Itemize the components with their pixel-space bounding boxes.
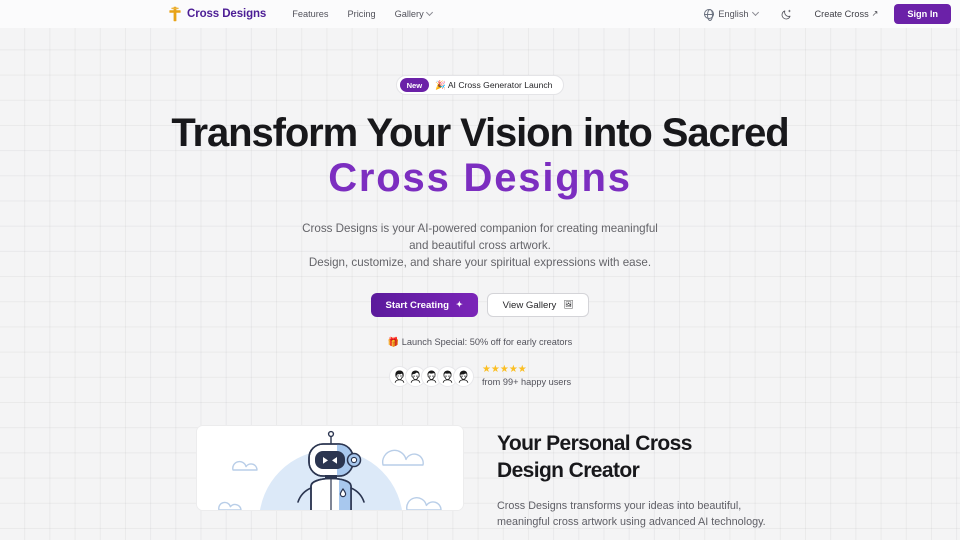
rating-block: ★★★★★ from 99+ happy users [481,364,572,388]
start-creating-label: Start Creating [385,299,449,311]
avatar-stack [388,365,474,387]
view-gallery-button[interactable]: View Gallery 🖼 [486,293,590,317]
brand-logo[interactable]: Cross Designs [168,6,266,22]
site-header: Cross Designs Features Pricing Gallery E… [0,0,960,28]
arrow-up-right-icon: ↗ [871,9,879,18]
globe-icon [704,9,715,21]
badge-message: AI Cross Generator Launch [447,79,553,90]
page-title: Transform Your Vision into Sacred Cross … [171,111,790,200]
create-cross-label: Create Cross [814,9,869,19]
chevron-down-icon [753,10,759,16]
hero-title-line1: Transform Your [171,111,451,155]
avatar [452,365,474,387]
badge-new-tag: New [399,78,430,92]
nav-item-features-label: Features [292,9,329,19]
hero-subtitle-line1: Cross Designs is your AI-powered compani… [302,222,658,252]
star-rating: ★★★★★ [481,364,527,375]
nav-item-features[interactable]: Features [292,9,328,19]
robot-illustration [197,426,463,510]
social-proof: ★★★★★ from 99+ happy users [388,364,572,388]
feature-copy: Your Personal Cross Design Creator Cross… [497,425,787,530]
language-selector[interactable]: English [704,9,759,21]
sign-in-button[interactable]: Sign In [894,4,951,24]
hero-title-accent: Cross Designs [328,156,632,200]
feature-title: Your Personal Cross Design Creator [497,430,787,484]
start-creating-button[interactable]: Start Creating ✦ [370,293,478,317]
brand-name: Cross Designs [187,8,267,20]
hero-cta-row: Start Creating ✦ View Gallery 🖼 [370,293,590,317]
badge-text: 🎉 AI Cross Generator Launch [435,80,552,91]
feature-description: Cross Designs transforms your ideas into… [497,500,766,528]
nav-item-pricing[interactable]: Pricing [348,9,376,19]
rating-caption: from 99+ happy users [481,377,572,387]
sparkle-icon: ✦ [455,300,463,309]
nav-item-pricing-label: Pricing [347,9,376,19]
header-actions: English Create Cross ↗ Sign In [704,4,951,24]
landing-page: Cross Designs Features Pricing Gallery E… [0,0,960,540]
image-icon: 🖼 [563,300,574,309]
view-gallery-label: View Gallery [502,299,557,311]
hero-section: New 🎉 AI Cross Generator Launch Transfor… [0,28,960,387]
create-cross-link[interactable]: Create Cross ↗ [815,9,879,19]
main-navigation: Features Pricing Gallery [292,9,432,19]
launch-special-text: 🎁 Launch Special: 50% off for early crea… [387,337,573,347]
hero-subtitle: Cross Designs is your AI-powered compani… [294,220,666,271]
feature-title-line2: Design Creator [497,459,640,482]
announcement-badge[interactable]: New 🎉 AI Cross Generator Launch [395,75,565,95]
hero-subtitle-line2: Design, customize, and share your spirit… [308,256,652,269]
badge-emoji: 🎉 [435,79,446,90]
theme-toggle-button[interactable] [779,6,795,22]
moon-icon [781,9,791,19]
feature-title-line1: Your Personal Cross [497,432,692,455]
robot-illustration-card [196,425,464,511]
chevron-down-icon [427,10,433,16]
cross-icon [169,6,181,22]
feature-section: Your Personal Cross Design Creator Cross… [0,425,960,530]
language-value: English [718,9,749,19]
hero-title-line2: Vision into Sacred [460,111,790,155]
nav-item-gallery-label: Gallery [394,9,424,19]
nav-item-gallery[interactable]: Gallery [395,9,433,19]
